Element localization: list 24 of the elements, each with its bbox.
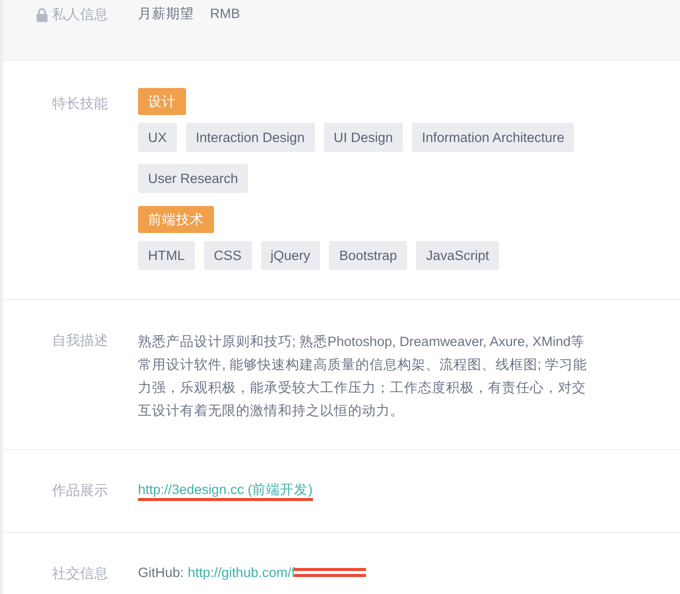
skill-tag: Information Architecture [412, 123, 574, 152]
section-label: 特长技能 [52, 95, 108, 111]
github-label: GitHub: [138, 564, 184, 582]
lock-icon [36, 8, 48, 22]
category-tag: 设计 [138, 88, 186, 115]
skill-tag: HTML [138, 241, 195, 270]
skill-tag: Bootstrap [329, 241, 408, 270]
private-info-label: 私人信息 [52, 5, 108, 24]
skill-tag: JavaScript [416, 241, 500, 270]
category-tag: 前端技术 [138, 206, 214, 233]
skill-tag: UX [138, 123, 177, 152]
skill-tag: User Research [138, 164, 248, 193]
skill-tag: Interaction Design [186, 123, 315, 152]
section-label: 自我描述 [52, 332, 108, 348]
github-link[interactable]: http://github.com/f [188, 563, 296, 584]
section-label: 作品展示 [52, 482, 108, 498]
section-label: 社交信息 [52, 565, 108, 581]
skill-tag: jQuery [260, 241, 320, 270]
description-text: 熟悉产品设计原则和技巧; 熟悉Photoshop, Dreamweaver, Axure, XMind等常用设计软件, 能够快速构建高质量的信息构架、流程图、线框图; 学习能力强，乐观积极，能承受较大工作压力；工作态度积极，有责任心，对交互设计有着无限的激情和持之以恒的动力。 [138, 333, 588, 420]
info-text: RMB [210, 5, 240, 23]
skill-tag: CSS [204, 241, 252, 270]
info-text: 月薪期望 [138, 5, 194, 23]
skill-tag: UI Design [324, 123, 403, 152]
portfolio-link[interactable]: http://3edesign.cc (前端开发) [138, 482, 313, 497]
